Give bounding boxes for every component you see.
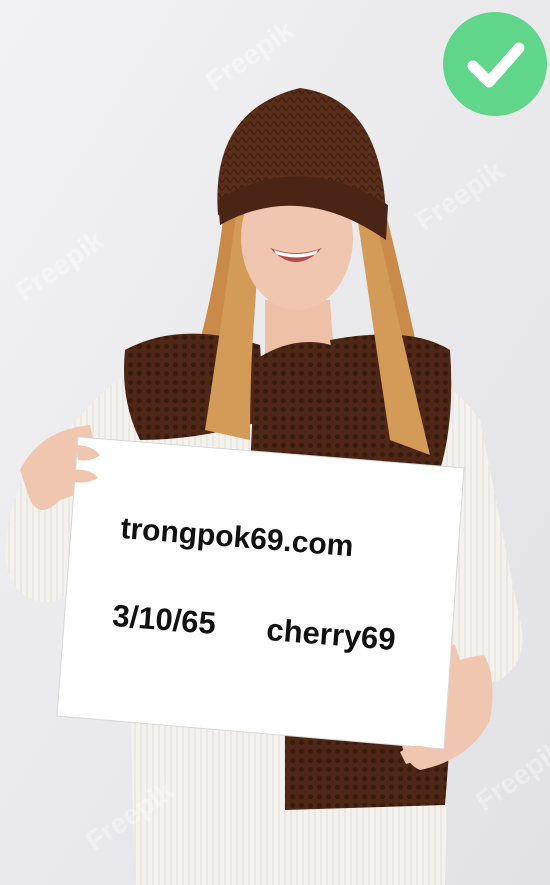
check-icon	[467, 42, 525, 88]
verified-badge	[443, 12, 547, 116]
sign-board	[56, 436, 465, 750]
scarf-center	[250, 342, 350, 470]
photo-illustration	[0, 0, 550, 885]
photo-scene: Freepik Freepik Freepik Freepik Freepik …	[0, 0, 550, 885]
